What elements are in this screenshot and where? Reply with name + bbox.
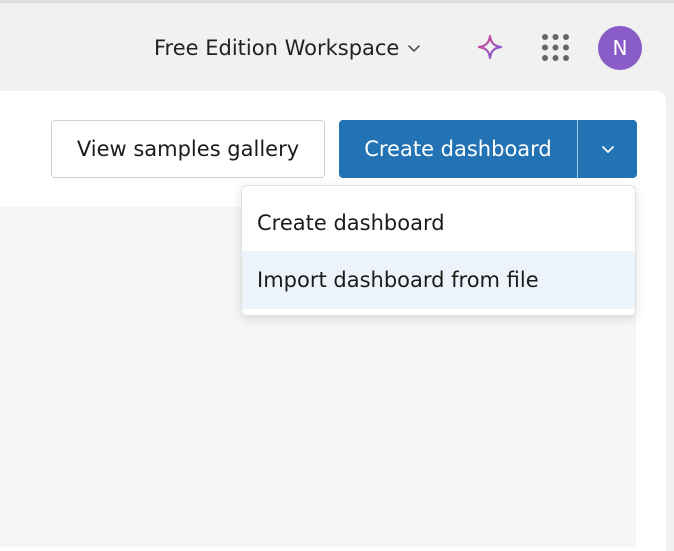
create-dashboard-menu: Create dashboard Import dashboard from f…	[241, 185, 636, 316]
workspace-label: Free Edition Workspace	[154, 36, 400, 60]
menu-item-label: Import dashboard from file	[257, 268, 539, 292]
workspace-switcher[interactable]: Free Edition Workspace	[154, 34, 421, 62]
menu-item-import-dashboard[interactable]: Import dashboard from file	[242, 251, 635, 309]
create-dashboard-split-button: Create dashboard	[339, 120, 637, 178]
menu-item-create-dashboard[interactable]: Create dashboard	[242, 194, 635, 252]
create-dashboard-dropdown-toggle[interactable]	[578, 120, 637, 178]
apps-grid-icon[interactable]	[541, 33, 570, 62]
top-bar: Free Edition Workspace N	[0, 0, 674, 90]
chevron-down-icon	[408, 45, 421, 52]
avatar-initial: N	[612, 36, 628, 60]
avatar[interactable]: N	[598, 26, 642, 70]
create-dashboard-label: Create dashboard	[364, 137, 552, 161]
menu-item-label: Create dashboard	[257, 211, 445, 235]
view-samples-gallery-button[interactable]: View samples gallery	[51, 120, 325, 178]
create-dashboard-button[interactable]: Create dashboard	[339, 120, 578, 178]
sparkle-icon[interactable]	[477, 34, 503, 60]
chevron-down-icon	[601, 146, 614, 153]
top-border	[0, 0, 674, 3]
